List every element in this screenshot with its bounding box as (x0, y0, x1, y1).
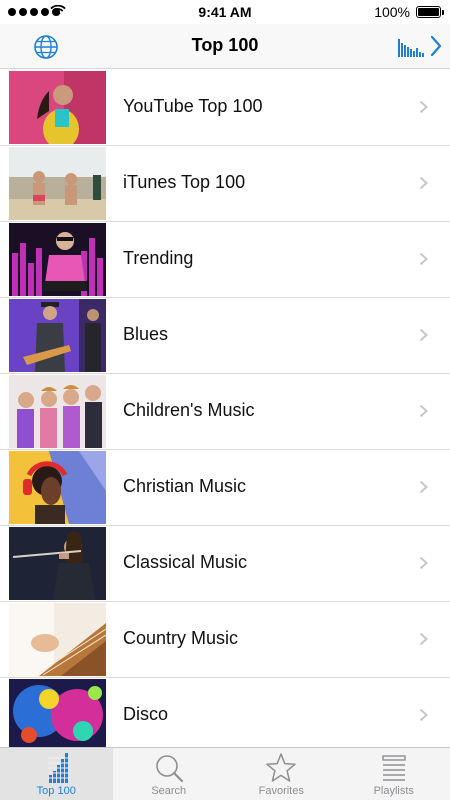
country-music-thumbnail (9, 603, 106, 676)
blues-thumbnail (9, 299, 106, 372)
chevron-right-icon (419, 632, 428, 646)
bars-icon (48, 753, 70, 783)
childrens-music-thumbnail (9, 375, 106, 448)
genre-list: YouTube Top 100 iTunes Top 100 Trending … (0, 70, 450, 747)
chevron-right-icon (419, 480, 428, 494)
list-item[interactable]: iTunes Top 100 (0, 146, 450, 222)
list-item-label: YouTube Top 100 (123, 96, 263, 116)
list-item[interactable]: Disco (0, 678, 450, 747)
chevron-right-icon (419, 328, 428, 342)
star-icon (266, 753, 296, 782)
list-item-label: Christian Music (123, 476, 247, 496)
tab-top-100[interactable]: Top 100 (0, 748, 113, 800)
tab-bar: Top 100 Search Favorites Playlists (0, 747, 450, 800)
chevron-right-icon (419, 176, 428, 190)
status-bar: 9:41 AM 100% (0, 0, 450, 24)
list-item[interactable]: Children's Music (0, 374, 450, 450)
now-playing-button[interactable] (398, 35, 442, 57)
list-item-label: Classical Music (123, 552, 248, 572)
tab-label: Search (151, 785, 187, 797)
battery-icon (416, 6, 444, 18)
itunes-top-100-thumbnail (9, 147, 106, 220)
tab-label: Top 100 (36, 785, 76, 797)
chevron-right-icon (419, 556, 428, 570)
tab-search[interactable]: Search (113, 748, 226, 800)
trending-thumbnail (9, 223, 106, 296)
list-item[interactable]: Trending (0, 222, 450, 298)
battery-percentage: 100% (374, 4, 410, 20)
list-item-label: Blues (123, 324, 169, 344)
tab-label: Favorites (258, 785, 304, 797)
list-item[interactable]: Classical Music (0, 526, 450, 602)
chevron-right-icon (419, 252, 428, 266)
chevron-right-icon (430, 35, 442, 57)
disco-thumbnail (9, 679, 106, 747)
list-item[interactable]: Christian Music (0, 450, 450, 526)
list-item-label: Children's Music (123, 400, 255, 420)
youtube-top-100-thumbnail (9, 71, 106, 144)
christian-music-thumbnail (9, 451, 106, 524)
list-item-label: iTunes Top 100 (123, 172, 246, 192)
chevron-right-icon (419, 708, 428, 722)
list-item-label: Country Music (123, 628, 239, 648)
chevron-right-icon (419, 100, 428, 114)
navigation-bar: Top 100 (0, 24, 450, 69)
classical-music-thumbnail (9, 527, 106, 600)
list-item-label: Disco (123, 704, 169, 724)
list-item[interactable]: Country Music (0, 602, 450, 678)
equalizer-icon (398, 39, 424, 57)
list-item[interactable]: Blues (0, 298, 450, 374)
list-icon (382, 755, 406, 781)
list-item[interactable]: YouTube Top 100 (0, 70, 450, 146)
chevron-right-icon (419, 404, 428, 418)
search-icon (155, 755, 183, 783)
tab-playlists[interactable]: Playlists (338, 748, 450, 800)
tab-label: Playlists (373, 785, 414, 797)
page-title: Top 100 (191, 35, 259, 55)
tab-favorites[interactable]: Favorites (225, 748, 338, 800)
list-item-label: Trending (123, 248, 194, 268)
